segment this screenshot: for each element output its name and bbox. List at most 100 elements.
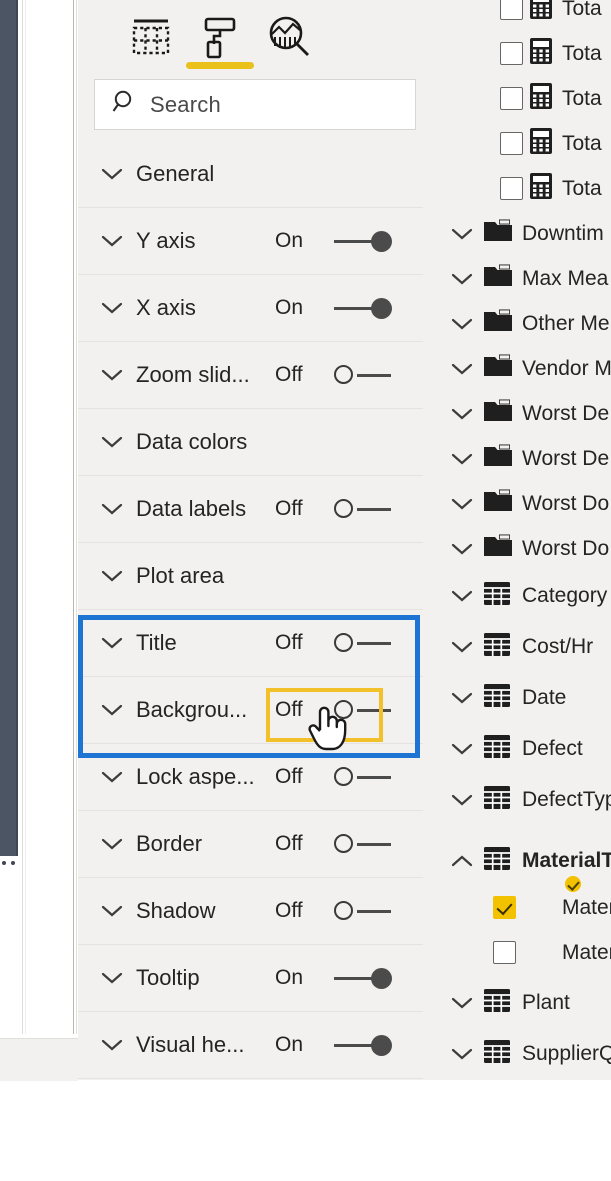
field-checkbox[interactable] bbox=[493, 941, 516, 964]
chevron-down-icon[interactable] bbox=[100, 367, 124, 383]
format-card-plotarea[interactable]: Plot area bbox=[78, 543, 423, 610]
field-item-label: DefectTyp bbox=[522, 787, 611, 811]
toggle-switch[interactable] bbox=[331, 497, 395, 521]
analytics-tab[interactable] bbox=[258, 14, 320, 60]
field-folder-item[interactable]: Worst Do bbox=[423, 526, 611, 571]
field-table-item[interactable]: Plant bbox=[423, 980, 611, 1025]
format-card-label: Shadow bbox=[136, 898, 216, 923]
format-card-border[interactable]: Border Off bbox=[78, 811, 423, 878]
chevron-down-icon[interactable] bbox=[450, 361, 474, 377]
chevron-down-icon[interactable] bbox=[450, 496, 474, 512]
field-measure-item[interactable]: Tota bbox=[423, 76, 611, 121]
chevron-down-icon[interactable] bbox=[450, 792, 474, 808]
toggle-switch[interactable] bbox=[331, 966, 395, 990]
chevron-down-icon[interactable] bbox=[450, 226, 474, 242]
format-card-tooltip[interactable]: Tooltip On bbox=[78, 945, 423, 1012]
chevron-down-icon[interactable] bbox=[100, 702, 124, 718]
chevron-down-icon[interactable] bbox=[450, 995, 474, 1011]
field-measure-item[interactable]: Tota bbox=[423, 121, 611, 166]
format-card-yaxis[interactable]: Y axis On bbox=[78, 208, 423, 275]
format-pane-scrollbar-track[interactable] bbox=[406, 141, 420, 1040]
field-list-item[interactable]: Mater bbox=[423, 885, 611, 930]
field-item-label: Tota bbox=[562, 86, 602, 110]
toggle-switch[interactable] bbox=[331, 765, 395, 789]
chevron-down-icon[interactable] bbox=[450, 741, 474, 757]
toggle-switch[interactable] bbox=[331, 229, 395, 253]
chevron-down-icon[interactable] bbox=[100, 970, 124, 986]
chevron-down-icon[interactable] bbox=[450, 639, 474, 655]
format-card-title[interactable]: Title Off bbox=[78, 610, 423, 677]
field-measure-item[interactable]: Tota bbox=[423, 166, 611, 211]
toggle-switch[interactable] bbox=[331, 363, 395, 387]
chevron-down-icon[interactable] bbox=[100, 635, 124, 651]
field-checkbox[interactable] bbox=[493, 896, 516, 919]
field-table-item[interactable]: Date bbox=[423, 675, 611, 720]
chevron-down-icon[interactable] bbox=[450, 588, 474, 604]
chevron-down-icon[interactable] bbox=[450, 271, 474, 287]
field-checkbox[interactable] bbox=[500, 42, 523, 65]
field-folder-item[interactable]: Vendor M bbox=[423, 346, 611, 391]
chevron-down-icon[interactable] bbox=[100, 434, 124, 450]
format-tab-selected-indicator bbox=[186, 62, 254, 69]
toggle-switch[interactable] bbox=[331, 296, 395, 320]
field-folder-item[interactable]: Worst Do bbox=[423, 481, 611, 526]
chevron-down-icon[interactable] bbox=[450, 1046, 474, 1062]
chevron-down-icon[interactable] bbox=[450, 541, 474, 557]
format-card-general[interactable]: General bbox=[78, 141, 423, 208]
chevron-down-icon[interactable] bbox=[100, 300, 124, 316]
chevron-down-icon[interactable] bbox=[100, 501, 124, 517]
field-folder-item[interactable]: Downtim bbox=[423, 211, 611, 256]
field-measure-item[interactable]: Tota bbox=[423, 31, 611, 76]
chevron-down-icon[interactable] bbox=[100, 166, 124, 182]
format-card-zoomslid[interactable]: Zoom slid... Off bbox=[78, 342, 423, 409]
field-list-item[interactable]: Mater bbox=[423, 930, 611, 975]
toggle-switch[interactable] bbox=[331, 899, 395, 923]
chevron-up-icon[interactable] bbox=[450, 853, 474, 869]
chevron-down-icon[interactable] bbox=[100, 903, 124, 919]
format-card-shadow[interactable]: Shadow Off bbox=[78, 878, 423, 945]
chevron-down-icon[interactable] bbox=[450, 690, 474, 706]
chevron-down-icon[interactable] bbox=[100, 568, 124, 584]
field-checkbox[interactable] bbox=[500, 132, 523, 155]
pane-splitter-shadow bbox=[76, 0, 77, 1038]
toggle-switch[interactable] bbox=[331, 698, 395, 722]
chevron-down-icon[interactable] bbox=[100, 836, 124, 852]
toggle-switch[interactable] bbox=[331, 631, 395, 655]
search-input[interactable]: Search bbox=[94, 79, 416, 130]
format-tab[interactable] bbox=[188, 14, 250, 60]
format-card-xaxis[interactable]: X axis On bbox=[78, 275, 423, 342]
field-folder-item[interactable]: Worst De bbox=[423, 391, 611, 436]
pane-splitter[interactable] bbox=[73, 0, 74, 1038]
field-table-item[interactable]: SupplierQ bbox=[423, 1031, 611, 1076]
field-table-item[interactable]: MaterialT bbox=[423, 838, 611, 894]
calculator-icon bbox=[530, 83, 552, 114]
field-checkbox[interactable] bbox=[500, 177, 523, 200]
format-card-datacolors[interactable]: Data colors bbox=[78, 409, 423, 476]
field-measure-item[interactable]: Tota bbox=[423, 0, 611, 31]
chevron-down-icon[interactable] bbox=[450, 451, 474, 467]
chevron-down-icon[interactable] bbox=[450, 406, 474, 422]
field-folder-item[interactable]: Max Mea bbox=[423, 256, 611, 301]
format-card-lockaspe[interactable]: Lock aspe... Off bbox=[78, 744, 423, 811]
field-folder-item[interactable]: Other Me bbox=[423, 301, 611, 346]
toggle-state-label: Off bbox=[275, 899, 303, 922]
chevron-down-icon[interactable] bbox=[100, 233, 124, 249]
chevron-down-icon[interactable] bbox=[450, 316, 474, 332]
field-folder-item[interactable]: Worst De bbox=[423, 436, 611, 481]
toggle-switch[interactable] bbox=[331, 1033, 395, 1057]
format-card-datalabels[interactable]: Data labels Off bbox=[78, 476, 423, 543]
chevron-down-icon[interactable] bbox=[100, 1037, 124, 1053]
chevron-down-icon[interactable] bbox=[100, 769, 124, 785]
pane-tab-strip bbox=[78, 0, 423, 78]
field-table-item[interactable]: Category bbox=[423, 573, 611, 618]
fields-tab[interactable] bbox=[120, 14, 182, 60]
format-card-backgrou[interactable]: Backgrou... Off bbox=[78, 677, 423, 744]
field-checkbox[interactable] bbox=[500, 0, 523, 20]
field-checkbox[interactable] bbox=[500, 87, 523, 110]
field-table-item[interactable]: Defect bbox=[423, 726, 611, 771]
field-table-item[interactable]: DefectTyp bbox=[423, 777, 611, 822]
field-table-item[interactable]: Cost/Hr bbox=[423, 624, 611, 669]
field-item-label: Tota bbox=[562, 41, 602, 65]
format-card-visualhe[interactable]: Visual he... On bbox=[78, 1012, 423, 1079]
toggle-switch[interactable] bbox=[331, 832, 395, 856]
